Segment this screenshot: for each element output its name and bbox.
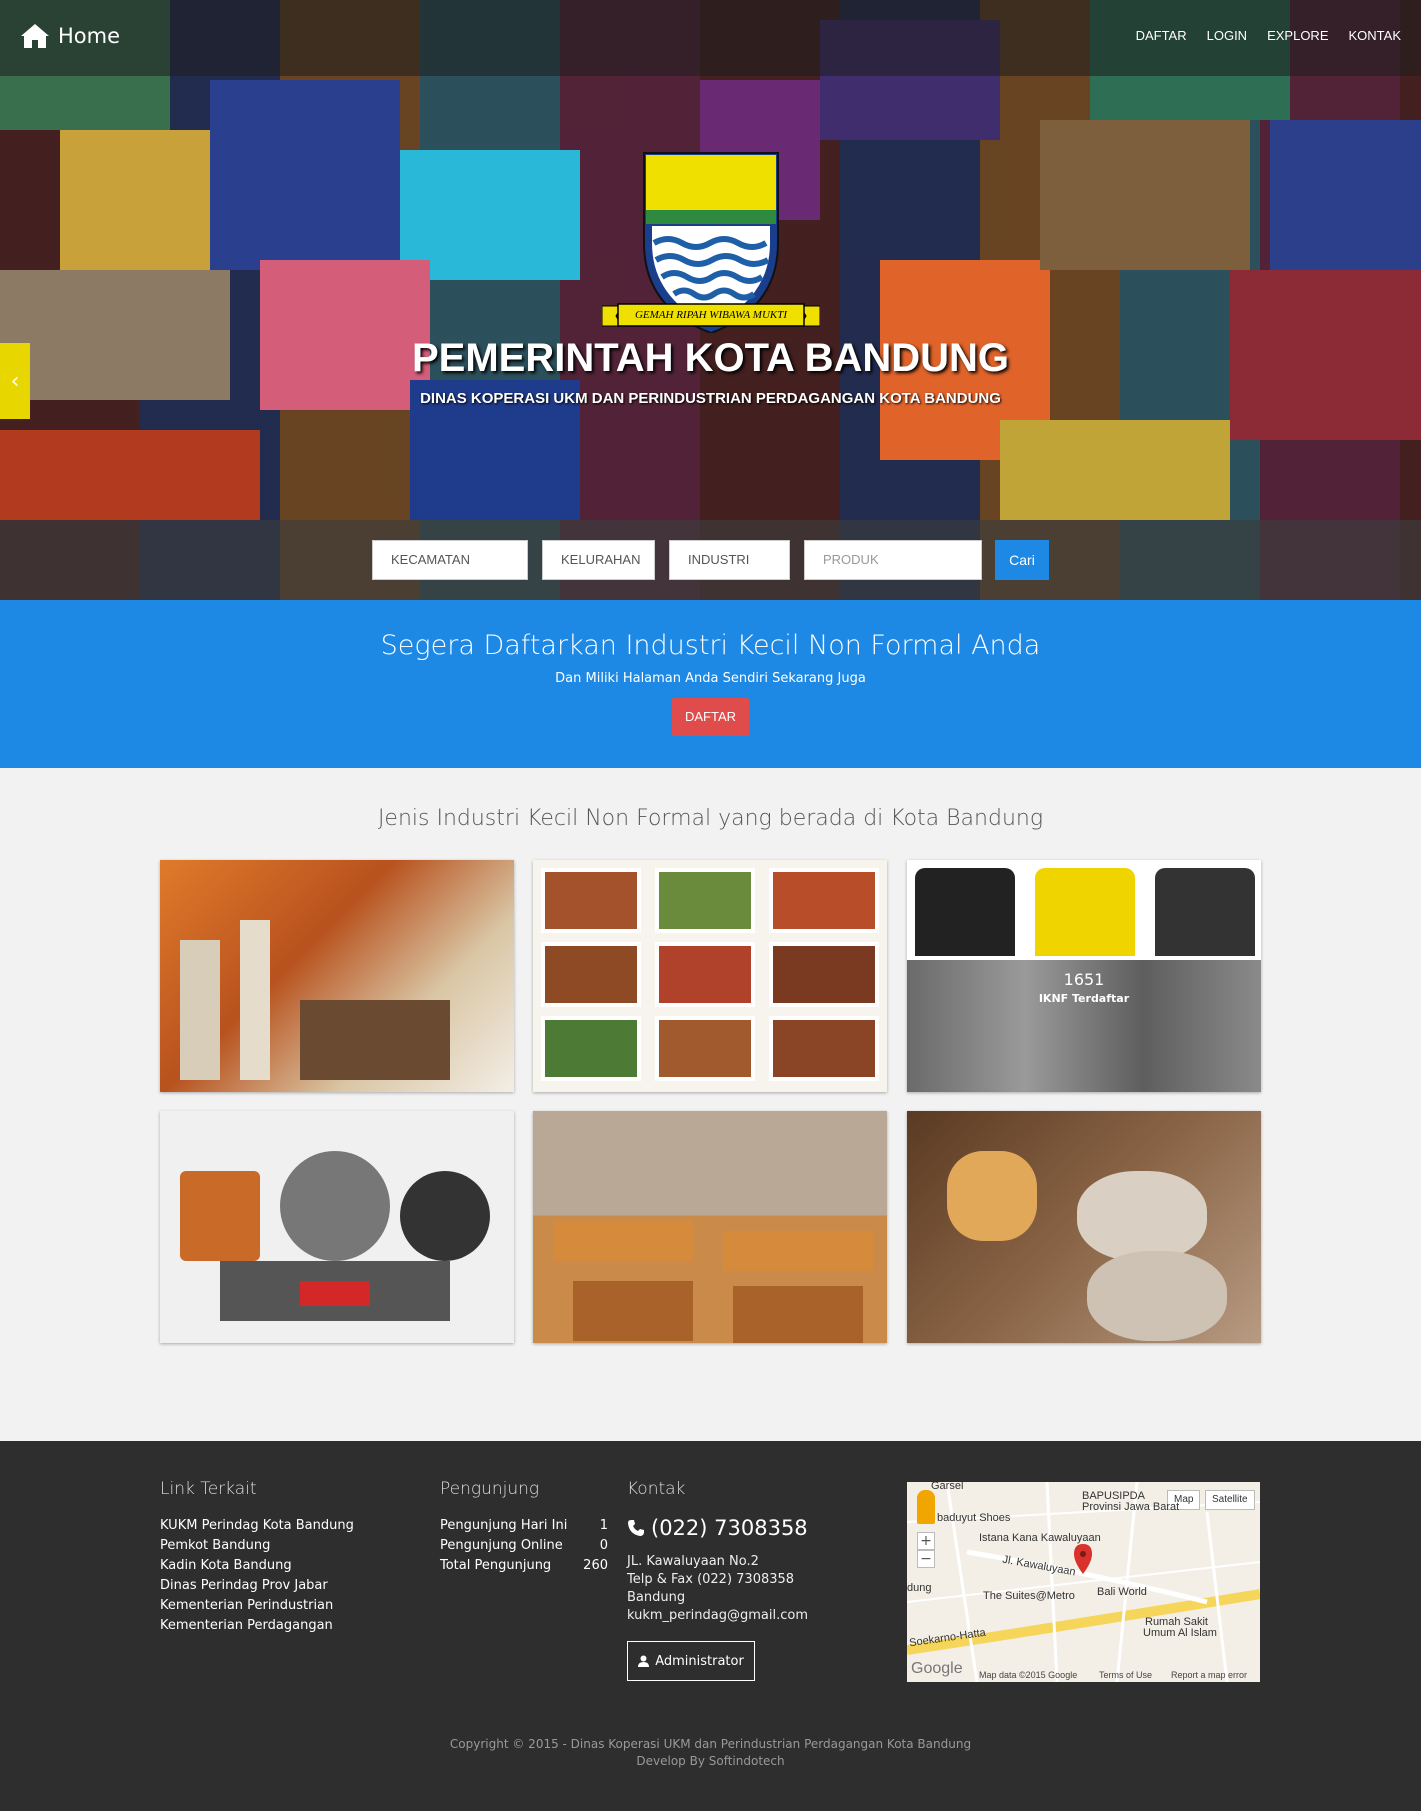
gallery-item-apparel[interactable]: 1651 IKNF Terdaftar — [907, 860, 1261, 1092]
email[interactable]: kukm_perindag@gmail.com — [627, 1607, 808, 1625]
chevron-left-icon: ‹ — [10, 368, 20, 394]
brand-label: Home — [58, 24, 121, 48]
link-kukm[interactable]: KUKM Perindag Kota Bandung — [160, 1516, 354, 1536]
link-kadin[interactable]: Kadin Kota Bandung — [160, 1556, 354, 1576]
contact-title: Kontak — [627, 1479, 686, 1499]
map-label: Garsel — [931, 1482, 964, 1492]
map-type-satellite-button[interactable]: Satellite — [1205, 1490, 1255, 1510]
cta-title: Segera Daftarkan Industri Kecil Non Form… — [380, 630, 1041, 661]
gallery-title: Jenis Industri Kecil Non Formal yang ber… — [377, 806, 1044, 831]
map-label: Provinsi Jawa Barat — [1082, 1501, 1180, 1513]
link-kemenperin[interactable]: Kementerian Perindustrian — [160, 1596, 354, 1616]
visitor-row: Pengunjung Hari Ini 1 — [440, 1516, 608, 1536]
cta-subtitle: Dan Miliki Halaman Anda Sendiri Sekarang… — [555, 671, 866, 686]
iknf-count: 1651 — [1063, 970, 1105, 989]
contact-phone: (022) 7308358 — [627, 1516, 808, 1540]
map-label: Istana Kana Kawaluyaan — [979, 1532, 1101, 1544]
visitor-value: 0 — [599, 1538, 608, 1553]
location-map[interactable]: + − Map Satellite Garsel BAPUSIPDA Provi… — [907, 1482, 1260, 1682]
contact-address: JL. Kawaluyaan No.2 Telp & Fax (022) 730… — [627, 1553, 808, 1625]
cta-daftar-button[interactable]: DAFTAR — [672, 698, 749, 736]
search-button[interactable]: Cari — [995, 540, 1049, 580]
map-label: dung — [907, 1582, 932, 1594]
footer: Link Terkait KUKM Perindag Kota Bandung … — [0, 1441, 1421, 1811]
gallery-item-food[interactable] — [533, 860, 887, 1092]
gallery-item-wood-furniture[interactable] — [533, 1111, 887, 1343]
visitor-row: Pengunjung Online 0 — [440, 1536, 608, 1556]
administrator-label: Administrator — [655, 1653, 744, 1669]
developer-credit: Develop By Softindotech — [636, 1754, 785, 1768]
telp-fax: Telp & Fax (022) 7308358 — [627, 1572, 795, 1587]
pegman-icon[interactable] — [917, 1490, 935, 1524]
map-label: Umum Al Islam — [1143, 1627, 1217, 1639]
links-title: Link Terkait — [160, 1479, 257, 1499]
nav-daftar[interactable]: DAFTAR — [1136, 28, 1187, 43]
link-kemendag[interactable]: Kementerian Perdagangan — [160, 1616, 354, 1636]
copyright: Copyright © 2015 - Dinas Koperasi UKM da… — [0, 1736, 1421, 1770]
hero-banner: Home DAFTAR LOGIN EXPLORE KONTAK GEMAH R… — [0, 0, 1421, 600]
copyright-text: Copyright © 2015 - Dinas Koperasi UKM da… — [449, 1737, 972, 1751]
map-label: Bali World — [1097, 1586, 1147, 1598]
phone-icon — [628, 1520, 644, 1536]
slider-prev-button[interactable]: ‹ — [0, 343, 30, 419]
visitor-row: Total Pengunjung 260 — [440, 1556, 608, 1576]
visitor-label: Total Pengunjung — [440, 1558, 552, 1573]
visitors-list: Pengunjung Hari Ini 1 Pengunjung Online … — [440, 1516, 608, 1576]
search-bar: KECAMATAN KELURAHAN INDUSTRI PRODUK Cari — [0, 520, 1421, 600]
link-dinas-perindag[interactable]: Dinas Perindag Prov Jabar — [160, 1576, 354, 1596]
google-logo: Google — [911, 1660, 963, 1677]
nav-kontak[interactable]: KONTAK — [1349, 28, 1402, 43]
map-data-credit: Map data ©2015 Google — [979, 1670, 1078, 1680]
gallery-item-furniture[interactable] — [160, 860, 514, 1092]
gallery-item-automotive-parts[interactable] — [160, 1111, 514, 1343]
visitor-label: Pengunjung Hari Ini — [440, 1518, 568, 1533]
zoom-out-button[interactable]: − — [917, 1550, 935, 1568]
produk-input[interactable]: PRODUK — [804, 540, 982, 580]
kelurahan-select[interactable]: KELURAHAN — [542, 540, 655, 580]
link-pemkot[interactable]: Pemkot Bandung — [160, 1536, 354, 1556]
hero-subtitle: DINAS KOPERASI UKM DAN PERINDUSTRIAN PER… — [420, 390, 1001, 407]
city: Bandung — [627, 1590, 686, 1605]
address-line: JL. Kawaluyaan No.2 — [627, 1554, 759, 1569]
iknf-count-label: IKNF Terdaftar — [1038, 992, 1130, 1005]
map-report-link[interactable]: Report a map error — [1171, 1670, 1247, 1680]
visitors-title: Pengunjung — [440, 1479, 540, 1499]
industri-select[interactable]: INDUSTRI — [669, 540, 790, 580]
nav-login[interactable]: LOGIN — [1207, 28, 1247, 43]
visitor-label: Pengunjung Online — [440, 1538, 563, 1553]
links-list: KUKM Perindag Kota Bandung Pemkot Bandun… — [160, 1516, 354, 1636]
register-cta: Segera Daftarkan Industri Kecil Non Form… — [0, 600, 1421, 768]
visitor-value: 1 — [599, 1518, 608, 1533]
phone-number: (022) 7308358 — [651, 1516, 808, 1540]
gallery-item-pottery[interactable] — [907, 1111, 1261, 1343]
visitor-value: 260 — [583, 1558, 608, 1573]
hero-title: PEMERINTAH KOTA BANDUNG — [411, 336, 1009, 380]
crest-motto: GEMAH RIPAH WIBAWA MUKTI — [634, 309, 788, 321]
map-label: baduyut Shoes — [937, 1512, 1011, 1524]
nav-explore[interactable]: EXPLORE — [1267, 28, 1328, 43]
home-icon — [21, 24, 49, 48]
map-terms-link[interactable]: Terms of Use — [1099, 1670, 1152, 1680]
home-link[interactable]: Home — [20, 22, 120, 50]
map-label: The Suites@Metro — [983, 1590, 1075, 1602]
kecamatan-select[interactable]: KECAMATAN — [372, 540, 528, 580]
user-icon — [638, 1655, 650, 1667]
navbar: Home DAFTAR LOGIN EXPLORE KONTAK — [0, 0, 1421, 76]
administrator-button[interactable]: Administrator — [627, 1641, 755, 1681]
zoom-in-button[interactable]: + — [917, 1532, 935, 1550]
